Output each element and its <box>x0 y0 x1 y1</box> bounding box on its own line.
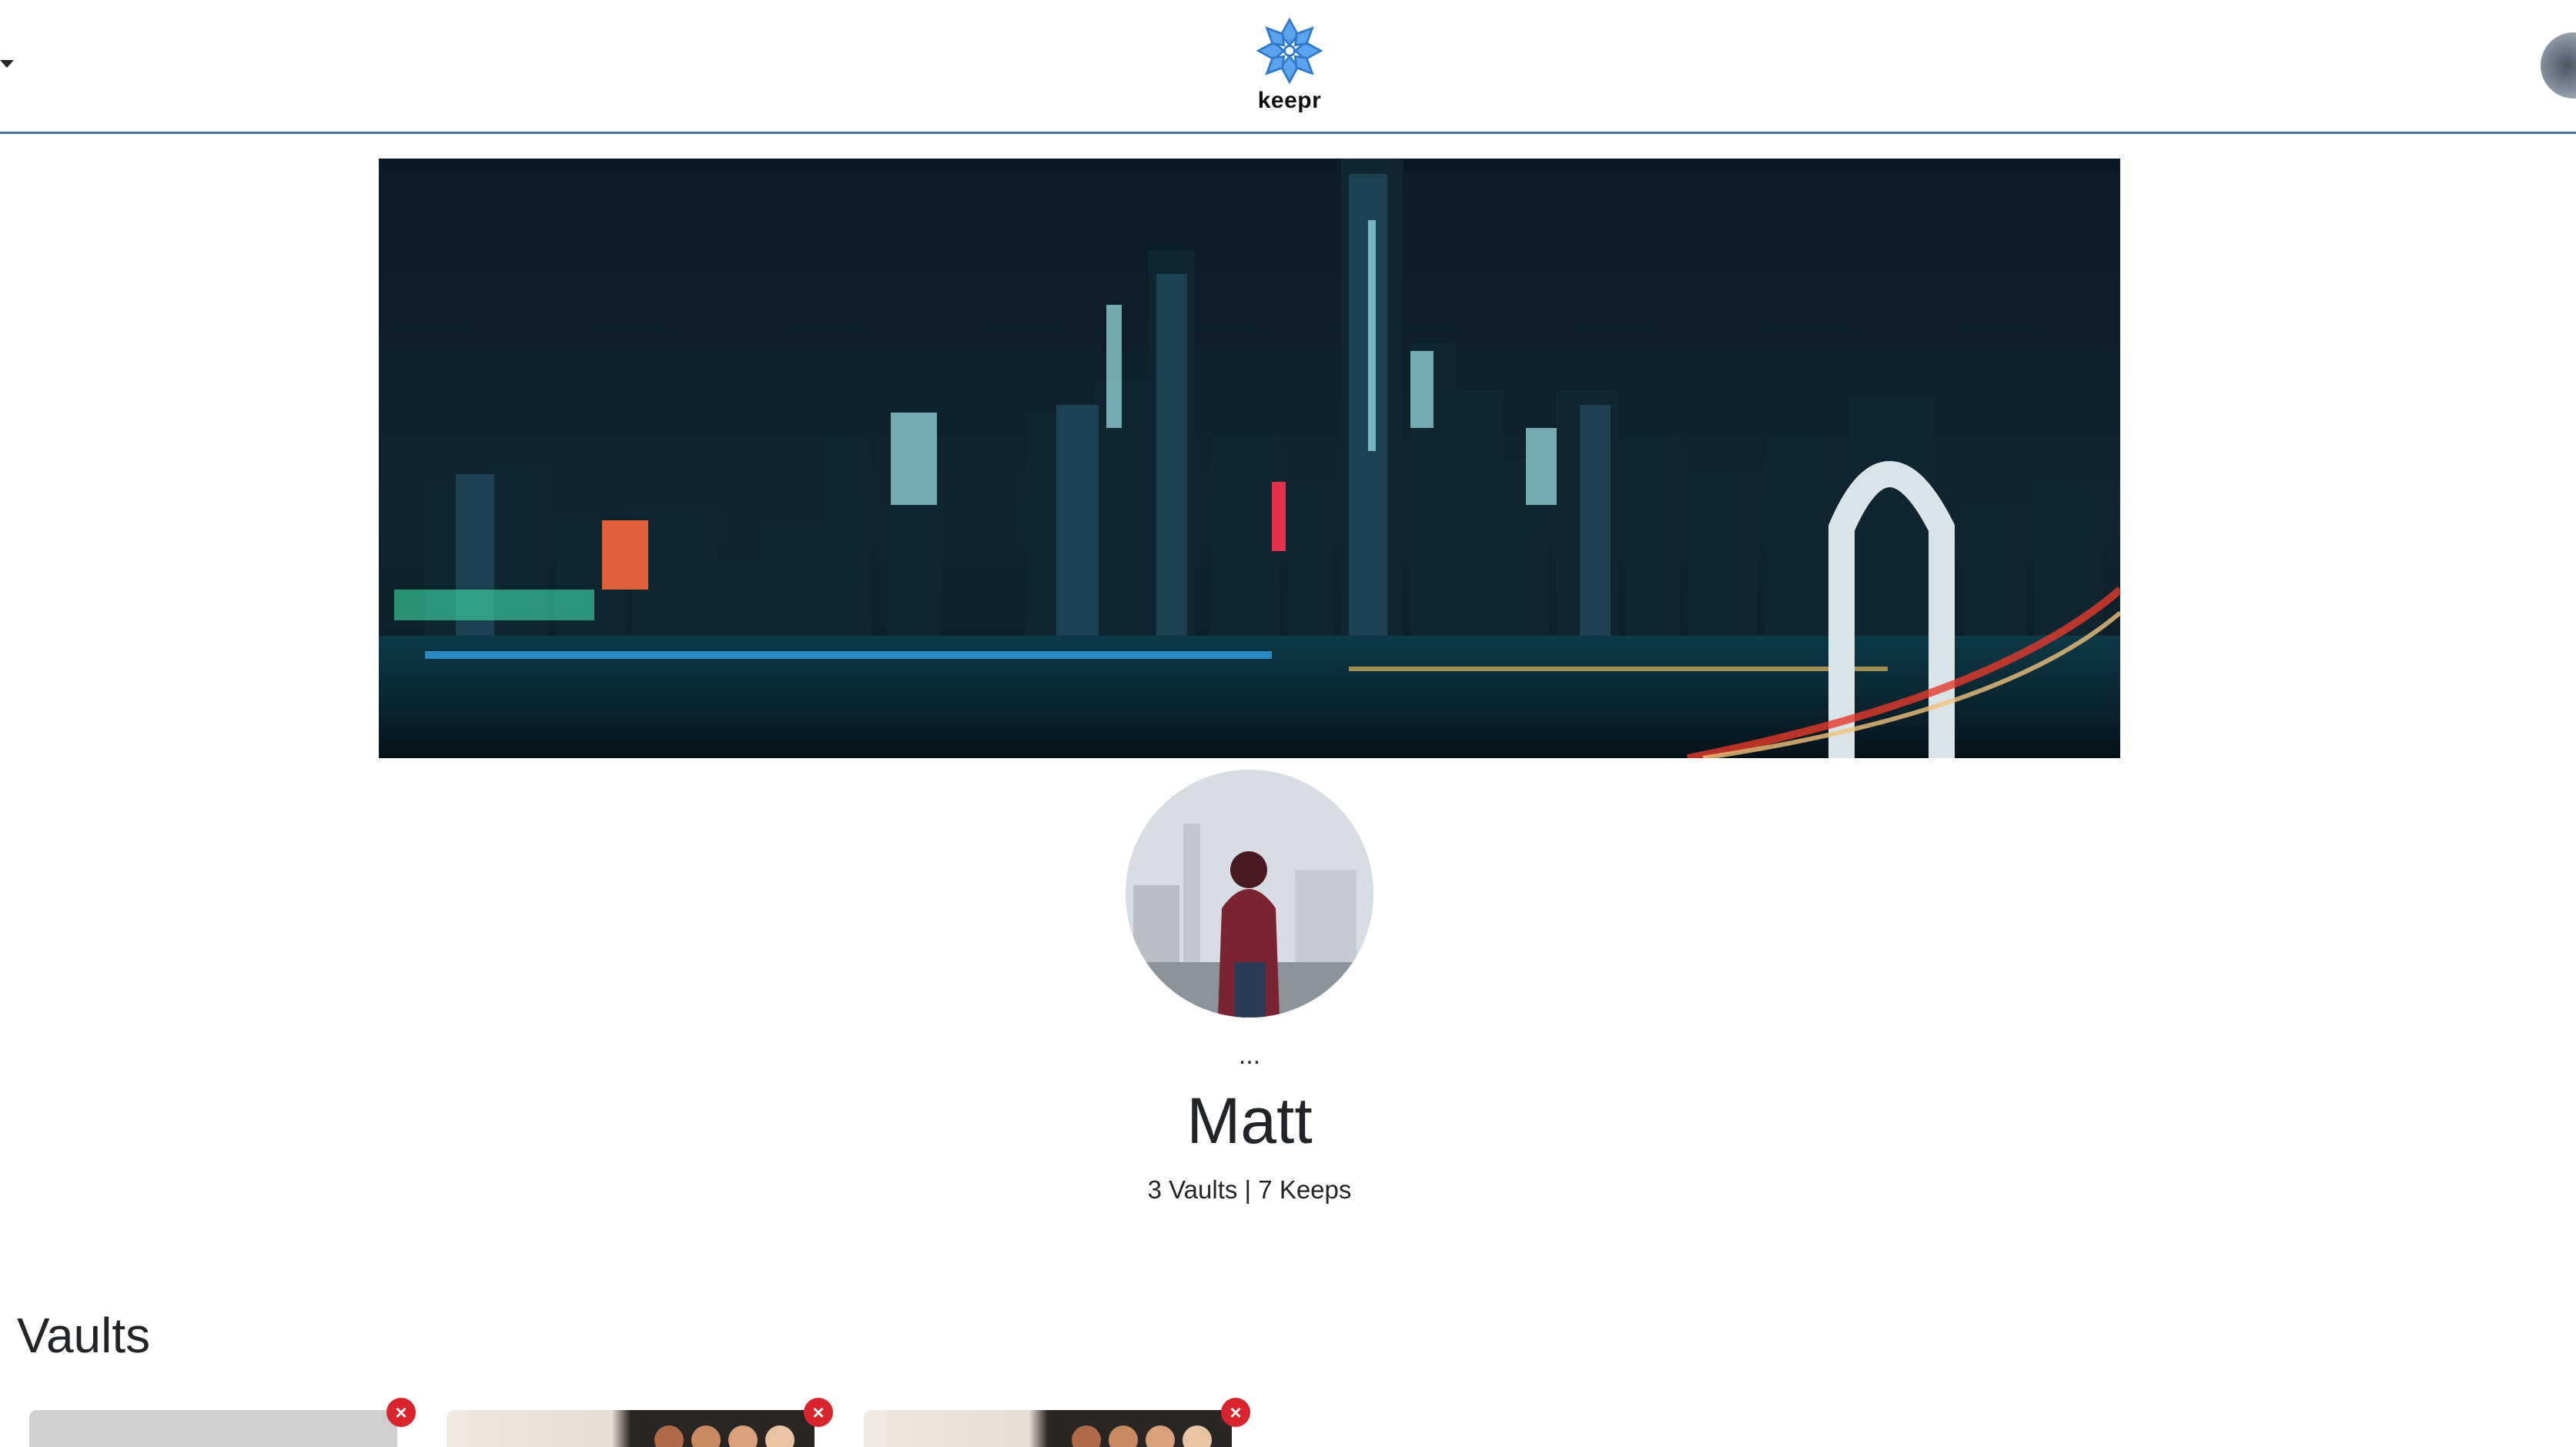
brand-name: keepr <box>1257 88 1322 113</box>
close-icon: × <box>1229 1401 1242 1424</box>
vault-card[interactable] <box>864 1410 1232 1447</box>
brand-logo-link[interactable]: keepr <box>1247 15 1332 123</box>
caret-down-icon[interactable] <box>0 60 14 68</box>
profile-avatar <box>1126 770 1373 1018</box>
close-icon: × <box>395 1401 407 1424</box>
vault-card[interactable] <box>447 1410 815 1447</box>
vault-image <box>864 1410 1232 1447</box>
cover-image <box>379 159 2120 758</box>
user-avatar[interactable] <box>2541 32 2576 99</box>
delete-vault-button[interactable]: × <box>804 1398 833 1427</box>
close-icon: × <box>812 1401 825 1424</box>
vault-card[interactable] <box>29 1410 397 1447</box>
top-navbar: keepr <box>0 0 2576 134</box>
snowflake-logo-icon <box>1256 17 1323 85</box>
delete-vault-button[interactable]: × <box>386 1398 416 1427</box>
vaults-heading: Vaults <box>17 1308 151 1363</box>
delete-vault-button[interactable]: × <box>1221 1398 1250 1427</box>
vault-image <box>447 1410 815 1447</box>
profile-name: Matt <box>1186 1084 1313 1157</box>
profile-menu-ellipsis[interactable]: ... <box>0 1042 2499 1068</box>
profile-stats: 3 Vaults | 7 Keeps <box>1147 1175 1352 1204</box>
